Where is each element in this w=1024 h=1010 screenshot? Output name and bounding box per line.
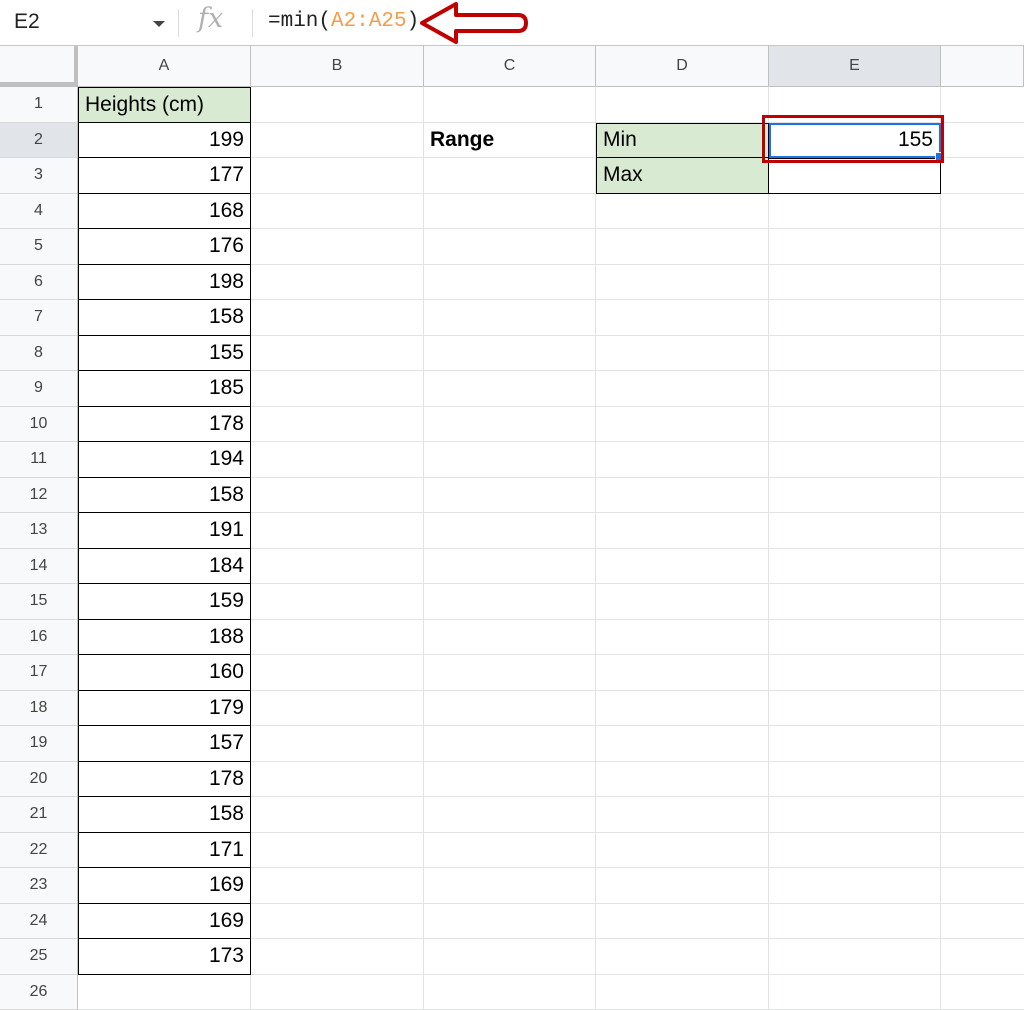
column-header-partial[interactable] [941,46,1024,86]
row-header-18[interactable]: 18 [0,691,78,727]
row-header-3[interactable]: 3 [0,158,78,194]
cell-height-value[interactable]: 168 [78,194,251,230]
cell-height-value[interactable]: 191 [78,513,251,549]
row-header-23[interactable]: 23 [0,868,78,904]
cell-height-value[interactable]: 169 [78,868,251,904]
cell-height-value[interactable]: 185 [78,371,251,407]
cell-height-value[interactable]: 178 [78,762,251,798]
cell-height-value[interactable]: 171 [78,833,251,869]
formula-prefix: =min( [268,10,331,33]
row-header-20[interactable]: 20 [0,762,78,798]
cell-min-label[interactable]: Min [596,123,769,159]
cell-height-value[interactable]: 184 [78,549,251,585]
row-header-11[interactable]: 11 [0,442,78,478]
row-header-1[interactable]: 1 [0,87,78,123]
cell-height-value[interactable]: 177 [78,158,251,194]
row-header-9[interactable]: 9 [0,371,78,407]
row-header-17[interactable]: 17 [0,655,78,691]
row-header-21[interactable]: 21 [0,797,78,833]
cell-height-value[interactable]: 199 [78,123,251,159]
name-box[interactable]: E2 [14,10,40,34]
cell-height-value[interactable]: 160 [78,655,251,691]
row-header-24[interactable]: 24 [0,904,78,940]
divider [178,9,179,37]
formula-range-ref: A2:A25 [331,10,407,33]
annotation-arrow-icon [418,0,530,46]
cell-height-value[interactable]: 157 [78,726,251,762]
cell-height-value[interactable]: 158 [78,478,251,514]
row-header-5[interactable]: 5 [0,229,78,265]
column-header-b[interactable]: B [251,46,424,86]
cell-height-value[interactable]: 178 [78,407,251,443]
gridline [595,87,596,1010]
cell-height-value[interactable]: 173 [78,939,251,975]
row-header-2[interactable]: 2 [0,123,78,159]
cell-height-value[interactable]: 188 [78,620,251,656]
row-header-14[interactable]: 14 [0,549,78,585]
fx-icon: fx [198,3,223,34]
cell-height-value[interactable]: 179 [78,691,251,727]
select-all-corner[interactable] [0,46,78,86]
annotation-highlight-box [762,115,944,164]
row-header-26[interactable]: 26 [0,975,78,1010]
row-header-16[interactable]: 16 [0,620,78,656]
column-header-a[interactable]: A [78,46,251,86]
row-header-7[interactable]: 7 [0,300,78,336]
formula-bar: E2 fx =min(A2:A25) [0,0,1024,46]
divider [252,9,253,37]
row-header-12[interactable]: 12 [0,478,78,514]
cell-height-value[interactable]: 176 [78,229,251,265]
gridline [423,87,424,1010]
name-box-dropdown-icon[interactable] [153,21,165,27]
row-header-19[interactable]: 19 [0,726,78,762]
row-header-15[interactable]: 15 [0,584,78,620]
formula-input[interactable]: =min(A2:A25) [268,10,419,33]
column-header-c[interactable]: C [424,46,596,86]
gridline [940,87,941,1010]
cell-height-value[interactable]: 159 [78,584,251,620]
cell-height-value[interactable]: 158 [78,300,251,336]
cell-height-value[interactable]: 158 [78,797,251,833]
cell-height-value[interactable]: 194 [78,442,251,478]
cell-height-value[interactable]: 169 [78,904,251,940]
row-header-8[interactable]: 8 [0,336,78,372]
row-header-13[interactable]: 13 [0,513,78,549]
row-header-4[interactable]: 4 [0,194,78,230]
column-header-e[interactable]: E [769,46,941,86]
gridline [768,87,769,1010]
row-header-22[interactable]: 22 [0,833,78,869]
cell-height-value[interactable]: 198 [78,265,251,301]
cell-height-value[interactable]: 155 [78,336,251,372]
row-header-6[interactable]: 6 [0,265,78,301]
cell-range-label[interactable]: Range [424,123,596,159]
cell-max-value[interactable] [769,158,941,194]
cell-max-label[interactable]: Max [596,158,769,194]
cell-a1[interactable]: Heights (cm) [78,87,251,123]
column-header-d[interactable]: D [596,46,769,86]
row-header-10[interactable]: 10 [0,407,78,443]
row-header-25[interactable]: 25 [0,939,78,975]
